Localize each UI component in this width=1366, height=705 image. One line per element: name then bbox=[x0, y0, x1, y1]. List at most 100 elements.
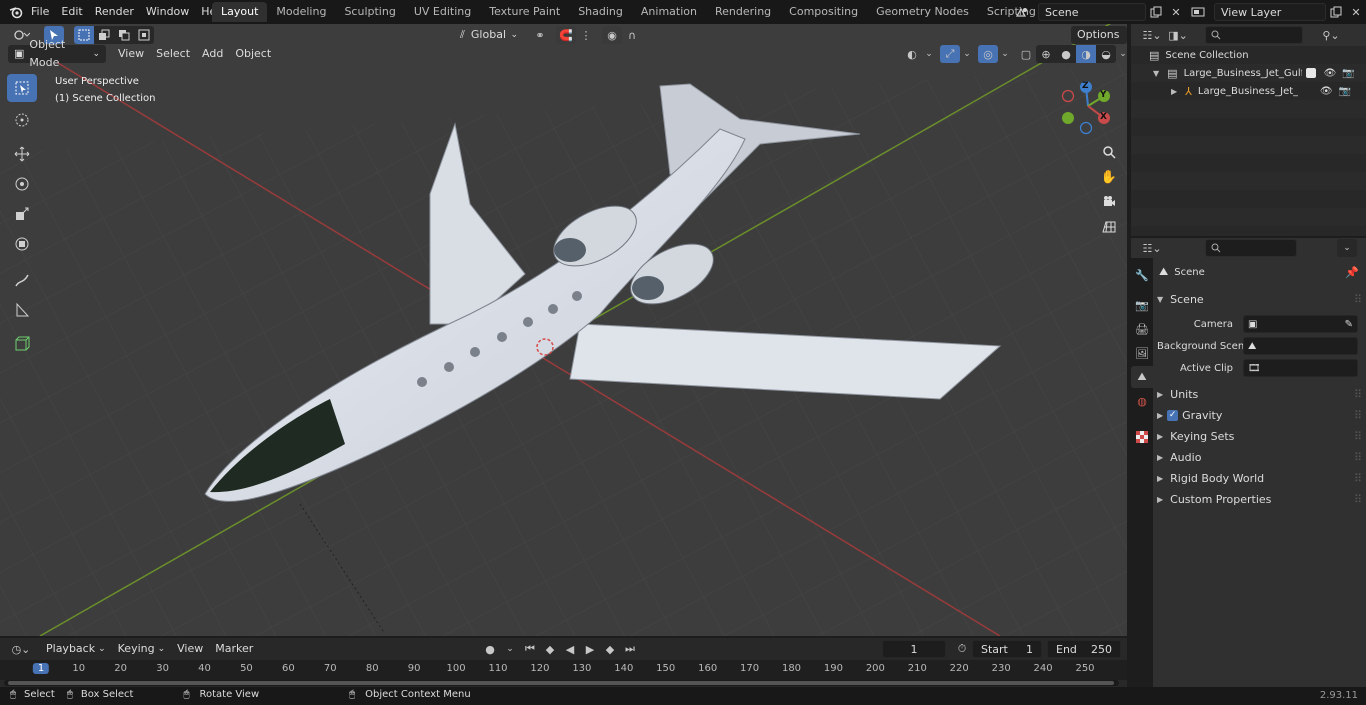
texture-tab-icon[interactable] bbox=[1131, 426, 1153, 448]
camera-render-icon[interactable]: 📷 bbox=[1342, 68, 1354, 79]
wireframe-shading-icon[interactable]: ⊕ bbox=[1036, 45, 1056, 63]
measure-tool-icon[interactable] bbox=[7, 296, 37, 324]
end-frame-field[interactable]: End 250 bbox=[1047, 640, 1121, 658]
menu-keying[interactable]: Keying ⌄ bbox=[112, 640, 172, 658]
drag-handle-icon[interactable]: ⠿ bbox=[1354, 472, 1362, 485]
outliner-row-collection[interactable]: ▼ ▤ Large_Business_Jet_Gulfstrea 👁 📷 bbox=[1131, 64, 1366, 82]
expand-arrow-icon[interactable]: ▶ bbox=[1171, 87, 1177, 96]
start-frame-field[interactable]: Start 1 bbox=[972, 640, 1042, 658]
menu-view[interactable]: View bbox=[112, 45, 150, 63]
chevron-down-icon[interactable]: ⌄ bbox=[922, 45, 936, 63]
add-cube-tool-icon[interactable] bbox=[7, 330, 37, 358]
menu-window[interactable]: Window bbox=[140, 0, 195, 24]
new-scene-icon[interactable] bbox=[1146, 3, 1166, 21]
timeline-editor-type-icon[interactable]: ◷⌄ bbox=[8, 640, 34, 658]
material-preview-icon[interactable]: ◑ bbox=[1076, 45, 1096, 63]
annotate-tool-icon[interactable] bbox=[7, 266, 37, 294]
navigation-gizmo[interactable]: Z Y X bbox=[1058, 78, 1118, 138]
chevron-down-icon[interactable]: ⌄ bbox=[998, 45, 1012, 63]
tool-tab-icon[interactable]: 🔧 bbox=[1131, 264, 1153, 286]
menu-render[interactable]: Render bbox=[89, 0, 140, 24]
outliner-editor-type-icon[interactable]: ☷⌄ bbox=[1139, 26, 1165, 44]
drag-handle-icon[interactable]: ⠿ bbox=[1354, 409, 1362, 422]
outliner-display-mode-icon[interactable]: ◨⌄ bbox=[1165, 26, 1191, 44]
panel-gravity[interactable]: ▶ ✓ Gravity ⠿ bbox=[1157, 406, 1362, 424]
jump-start-icon[interactable]: ⏮ bbox=[520, 640, 540, 658]
panel-keying-sets[interactable]: ▶ Keying Sets ⠿ bbox=[1157, 427, 1362, 445]
3d-viewport[interactable] bbox=[0, 24, 1127, 636]
view-layer-tab-icon[interactable]: 🖼 bbox=[1131, 342, 1153, 364]
stopwatch-icon[interactable]: ⏱ bbox=[952, 640, 972, 658]
drag-handle-icon[interactable]: ⠿ bbox=[1354, 388, 1362, 401]
properties-search-input[interactable] bbox=[1205, 239, 1297, 257]
scene-section-header[interactable]: ▼ Scene ⠿ bbox=[1157, 290, 1362, 308]
proportional-falloff-icon[interactable]: ∩ bbox=[622, 26, 642, 44]
rendered-shading-icon[interactable]: ◒ bbox=[1096, 45, 1116, 63]
world-tab-icon[interactable]: ◍ bbox=[1131, 390, 1153, 412]
pivot-point-icon[interactable]: ⚭ bbox=[530, 26, 550, 44]
record-icon[interactable]: ● bbox=[480, 640, 500, 658]
tab-texture-paint[interactable]: Texture Paint bbox=[480, 2, 569, 22]
checkbox-icon[interactable] bbox=[1305, 68, 1316, 78]
filter-icon[interactable]: ⚲⌄ bbox=[1317, 26, 1345, 44]
blender-logo-icon[interactable] bbox=[6, 3, 26, 21]
scene-tab-icon[interactable]: ⛰ bbox=[1131, 366, 1153, 388]
zoom-icon[interactable] bbox=[1098, 141, 1120, 163]
play-icon[interactable]: ▶ bbox=[580, 640, 600, 658]
scene-name-field[interactable]: Scene bbox=[1038, 3, 1146, 21]
background-scene-field[interactable]: ⛰ bbox=[1243, 337, 1358, 355]
panel-units[interactable]: ▶ Units ⠿ bbox=[1157, 385, 1362, 403]
next-keyframe-icon[interactable]: ◆ bbox=[600, 640, 620, 658]
camera-field[interactable]: ▣ ✎ bbox=[1243, 315, 1358, 333]
menu-marker[interactable]: Marker bbox=[209, 640, 259, 658]
jump-end-icon[interactable]: ⏭ bbox=[620, 640, 640, 658]
tab-animation[interactable]: Animation bbox=[632, 2, 706, 22]
solid-shading-icon[interactable]: ● bbox=[1056, 45, 1076, 63]
snap-toggle-icon[interactable]: 🧲 bbox=[556, 26, 576, 44]
rotate-tool-icon[interactable] bbox=[7, 170, 37, 198]
drag-handle-icon[interactable]: ⠿ bbox=[1354, 451, 1362, 464]
move-tool-icon[interactable] bbox=[7, 140, 37, 168]
scene-browse-icon[interactable] bbox=[1012, 3, 1032, 21]
panel-audio[interactable]: ▶ Audio ⠿ bbox=[1157, 448, 1362, 466]
menu-edit[interactable]: Edit bbox=[55, 0, 88, 24]
visibility-icon[interactable]: ◐ bbox=[902, 45, 922, 63]
eye-icon[interactable]: 👁 bbox=[1320, 86, 1333, 97]
new-view-layer-icon[interactable] bbox=[1326, 3, 1346, 21]
ortho-grid-icon[interactable] bbox=[1098, 216, 1120, 238]
menu-object[interactable]: Object bbox=[229, 45, 277, 63]
view-layer-field[interactable]: View Layer bbox=[1214, 3, 1326, 21]
transform-orientation-dropdown[interactable]: ⫽ Global ⌄ bbox=[454, 26, 524, 44]
prev-keyframe-icon[interactable]: ◆ bbox=[540, 640, 560, 658]
options-dropdown[interactable]: Options ⌄ bbox=[1071, 26, 1127, 59]
current-frame-field[interactable]: 1 bbox=[882, 640, 946, 658]
tab-modeling[interactable]: Modeling bbox=[267, 2, 335, 22]
menu-select[interactable]: Select bbox=[150, 45, 196, 63]
tab-shading[interactable]: Shading bbox=[569, 2, 632, 22]
drag-handle-icon[interactable]: ⠿ bbox=[1354, 293, 1362, 306]
snap-target-icon[interactable]: ⋮ bbox=[576, 26, 596, 44]
tab-uv-editing[interactable]: UV Editing bbox=[405, 2, 480, 22]
outliner-row-scene-collection[interactable]: ▤ Scene Collection bbox=[1149, 46, 1364, 64]
delete-view-layer-icon[interactable]: ✕ bbox=[1346, 3, 1366, 21]
play-reverse-icon[interactable]: ◀ bbox=[560, 640, 580, 658]
xray-toggle-icon[interactable]: ▢ bbox=[1016, 45, 1036, 63]
outliner-row-object[interactable]: ▶ ⅄ Large_Business_Jet_Gulfs 👁 📷 bbox=[1131, 82, 1366, 100]
camera-render-icon[interactable]: 📷 bbox=[1339, 86, 1351, 97]
properties-editor-type-icon[interactable]: ☷⌄ bbox=[1139, 239, 1165, 257]
gravity-checkbox[interactable]: ✓ bbox=[1167, 409, 1179, 421]
chevron-down-icon[interactable]: ⌄ bbox=[960, 45, 974, 63]
delete-scene-icon[interactable]: ✕ bbox=[1166, 3, 1186, 21]
tab-compositing[interactable]: Compositing bbox=[780, 2, 867, 22]
tab-layout[interactable]: Layout bbox=[212, 2, 268, 22]
select-mode-intersect-icon[interactable] bbox=[134, 26, 154, 44]
output-tab-icon[interactable]: 🖨 bbox=[1131, 318, 1153, 340]
drag-handle-icon[interactable]: ⠿ bbox=[1354, 493, 1362, 506]
eye-icon[interactable]: 👁 bbox=[1324, 68, 1337, 79]
tab-rendering[interactable]: Rendering bbox=[706, 2, 780, 22]
panel-rigid-body-world[interactable]: ▶ Rigid Body World ⠿ bbox=[1157, 469, 1362, 487]
timeline-ruler[interactable]: 1 10 20 30 40 50 60 70 80 90 100 110 120 130 140 150 160… bbox=[0, 660, 1127, 680]
select-mode-extend-icon[interactable] bbox=[94, 26, 114, 44]
tab-sculpting[interactable]: Sculpting bbox=[335, 2, 404, 22]
overlay-toggle-icon[interactable]: ◎ bbox=[978, 45, 998, 63]
